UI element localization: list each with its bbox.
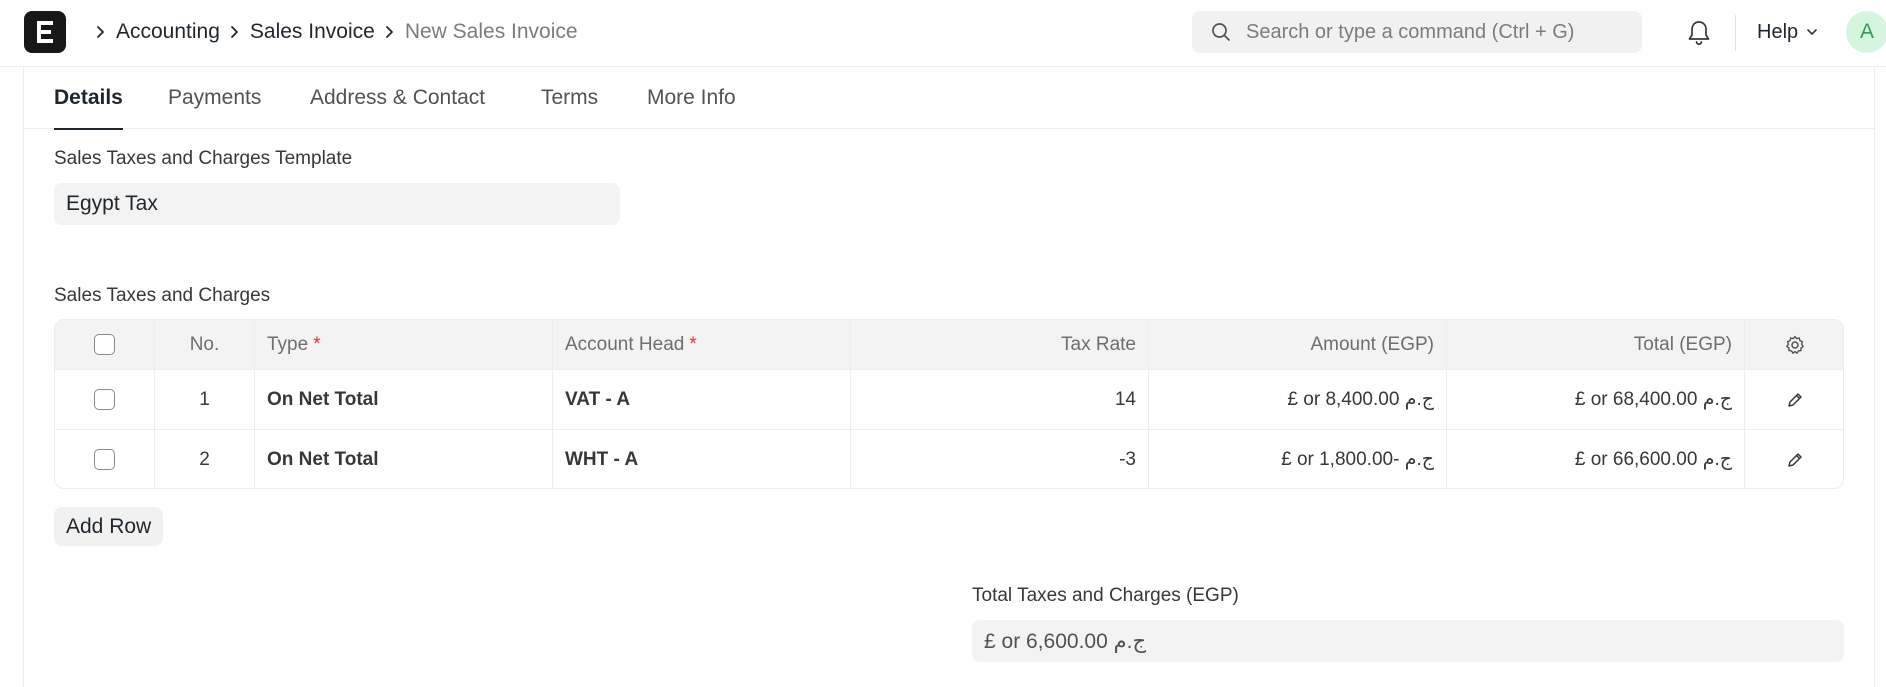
row-tax-rate[interactable]: 14 bbox=[851, 370, 1149, 429]
row-type[interactable]: On Net Total bbox=[255, 430, 553, 488]
row-account-head[interactable]: WHT - A bbox=[553, 430, 851, 488]
taxes-label: Sales Taxes and Charges bbox=[54, 285, 271, 306]
template-label: Sales Taxes and Charges Template bbox=[54, 148, 353, 169]
avatar[interactable]: A bbox=[1846, 11, 1886, 53]
table-row[interactable]: 2 On Net Total WHT - A -3 £ or 1,800.00-… bbox=[55, 429, 1843, 488]
chevron-down-icon bbox=[1807, 29, 1817, 35]
col-account-head: Account Head * bbox=[553, 320, 851, 369]
tab-payments[interactable]: Payments bbox=[168, 67, 261, 129]
table-row[interactable]: 1 On Net Total VAT - A 14 £ or 8,400.00 … bbox=[55, 369, 1843, 429]
gear-icon[interactable] bbox=[1745, 320, 1843, 369]
row-type[interactable]: On Net Total bbox=[255, 370, 553, 429]
navbar-divider bbox=[1735, 15, 1736, 51]
tab-details[interactable]: Details bbox=[54, 67, 123, 130]
breadcrumb-current: New Sales Invoice bbox=[404, 20, 578, 43]
breadcrumb-sales-invoice[interactable]: Sales Invoice bbox=[250, 20, 375, 44]
row-checkbox[interactable] bbox=[94, 449, 115, 470]
col-no: No. bbox=[155, 320, 255, 369]
chevron-right-icon bbox=[220, 25, 250, 39]
add-row-button[interactable]: Add Row bbox=[54, 507, 164, 546]
bell-icon[interactable] bbox=[1686, 19, 1712, 52]
form-tabs: Details Payments Address & Contact Terms… bbox=[24, 67, 1875, 130]
help-dropdown[interactable]: Help bbox=[1757, 0, 1818, 64]
search-input[interactable]: Search or type a command (Ctrl + G) bbox=[1192, 11, 1642, 53]
select-all-checkbox[interactable] bbox=[94, 334, 115, 355]
row-amount[interactable]: £ or 8,400.00 ج.م bbox=[1149, 370, 1447, 429]
col-tax-rate: Tax Rate bbox=[851, 320, 1149, 369]
col-total: Total (EGP) bbox=[1447, 320, 1745, 369]
total-taxes-label: Total Taxes and Charges (EGP) bbox=[972, 585, 1239, 606]
search-icon bbox=[1212, 23, 1230, 41]
pencil-icon[interactable] bbox=[1745, 430, 1843, 488]
tab-terms[interactable]: Terms bbox=[541, 67, 598, 129]
help-label: Help bbox=[1757, 20, 1799, 43]
col-amount: Amount (EGP) bbox=[1149, 320, 1447, 369]
navbar: Accounting Sales Invoice New Sales Invoi… bbox=[0, 0, 1886, 67]
pencil-icon[interactable] bbox=[1745, 370, 1843, 429]
form-card: Details Payments Address & Contact Terms… bbox=[23, 67, 1875, 687]
breadcrumb: Accounting Sales Invoice New Sales Invoi… bbox=[86, 0, 578, 64]
row-tax-rate[interactable]: -3 bbox=[851, 430, 1149, 488]
row-account-head[interactable]: VAT - A bbox=[553, 370, 851, 429]
row-checkbox[interactable] bbox=[94, 389, 115, 410]
chevron-right-icon bbox=[86, 25, 116, 39]
search-placeholder: Search or type a command (Ctrl + G) bbox=[1246, 20, 1575, 43]
tab-more-info[interactable]: More Info bbox=[647, 67, 736, 129]
total-taxes-field: £ or 6,600.00 ج.م bbox=[972, 620, 1844, 662]
table-header: No. Type * Account Head * Tax Rate Amount … bbox=[55, 320, 1843, 369]
breadcrumb-accounting[interactable]: Accounting bbox=[116, 20, 220, 44]
col-type: Type * bbox=[255, 320, 553, 369]
row-total[interactable]: £ or 68,400.00 ج.م bbox=[1447, 370, 1745, 429]
app-logo-icon[interactable] bbox=[24, 11, 66, 53]
row-no: 1 bbox=[155, 370, 255, 429]
template-field[interactable]: Egypt Tax bbox=[54, 183, 620, 225]
taxes-table: No. Type * Account Head * Tax Rate Amount … bbox=[54, 319, 1844, 489]
row-no: 2 bbox=[155, 430, 255, 488]
row-amount[interactable]: £ or 1,800.00- ج.م bbox=[1149, 430, 1447, 488]
chevron-right-icon bbox=[375, 25, 405, 39]
tab-address-contact[interactable]: Address & Contact bbox=[310, 67, 485, 129]
row-total[interactable]: £ or 66,600.00 ج.م bbox=[1447, 430, 1745, 488]
